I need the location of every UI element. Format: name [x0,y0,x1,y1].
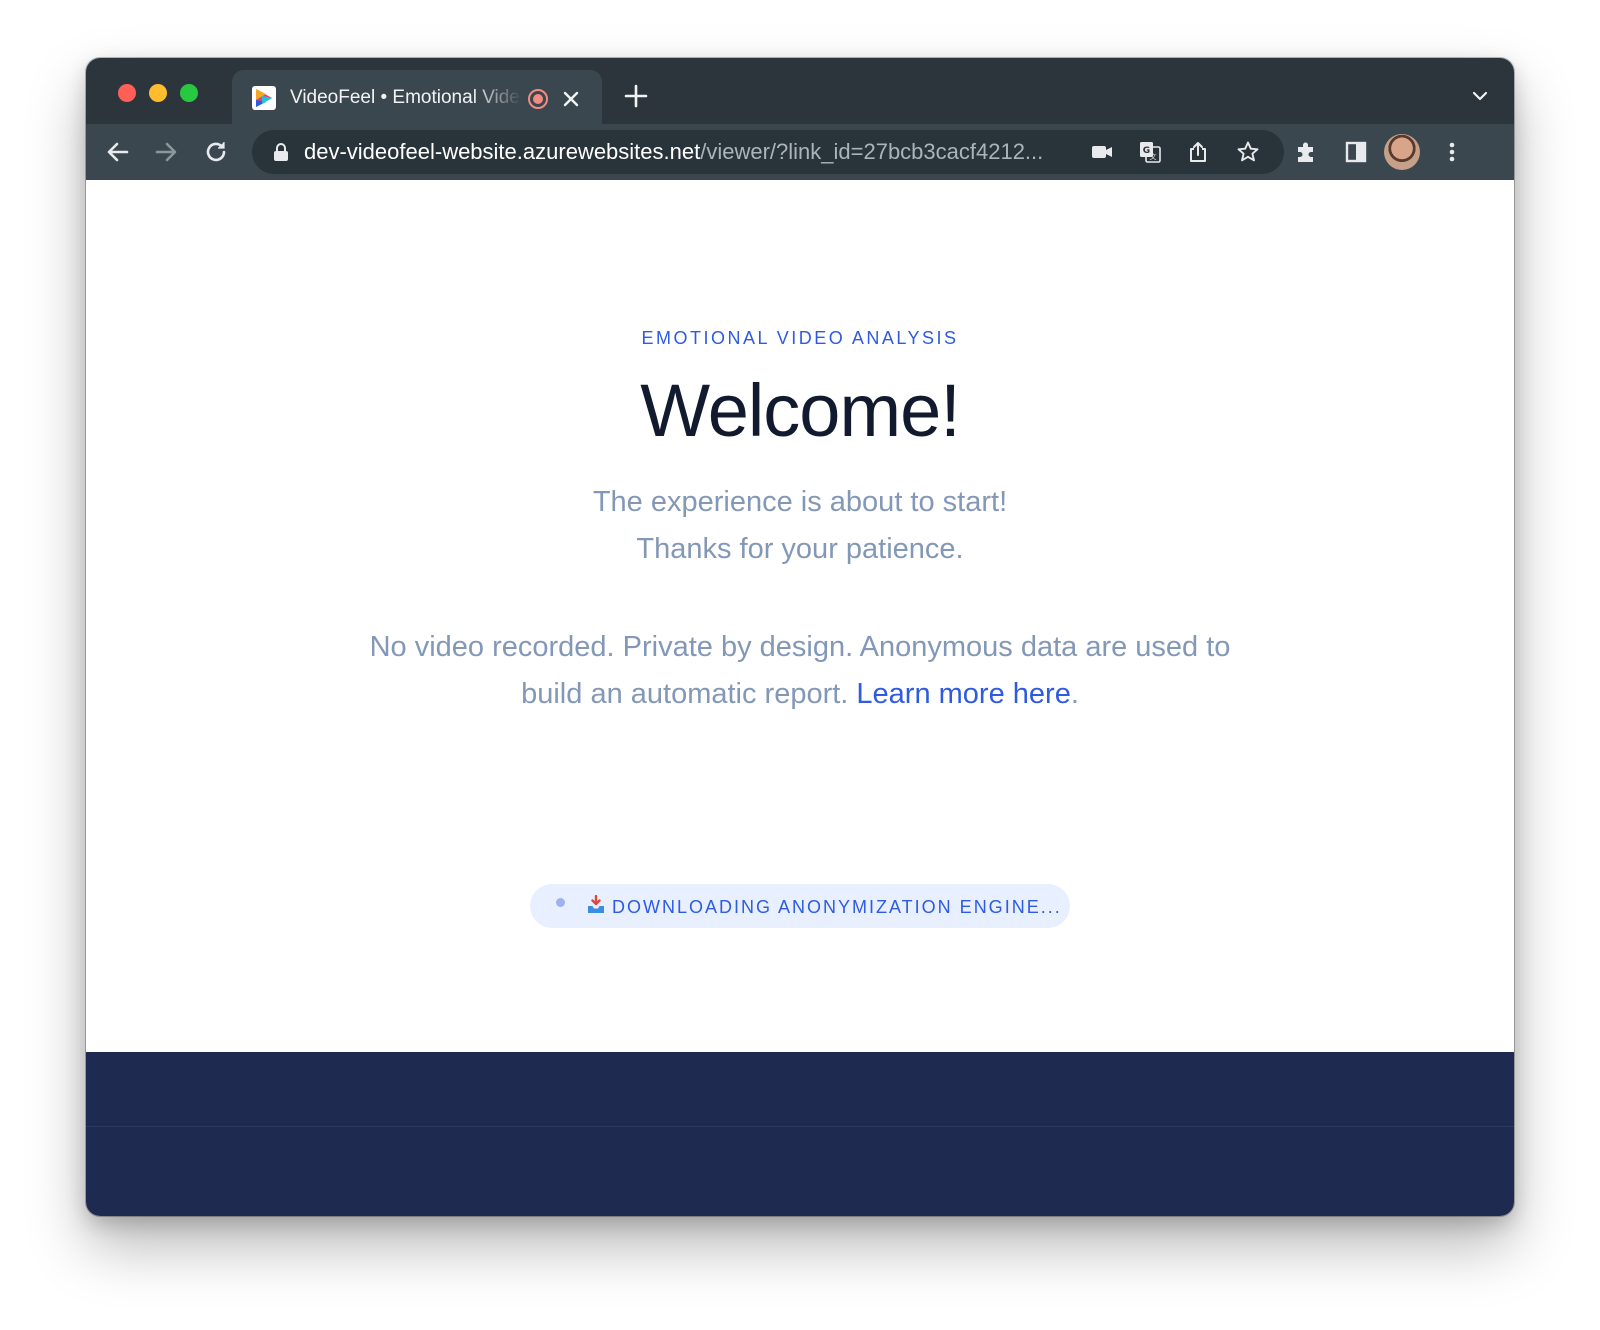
subtitle-line-2: Thanks for your patience. [636,533,964,565]
side-panel-icon[interactable] [1342,138,1370,166]
close-tab-icon[interactable] [560,88,582,110]
back-arrow-icon[interactable] [104,138,132,166]
new-tab-icon[interactable] [624,84,648,108]
reload-icon[interactable] [202,138,230,166]
recording-icon [528,89,548,109]
tab-strip: VideoFeel • Emotional Video Analysis [86,58,1514,124]
address-bar[interactable]: dev-videofeel-website.azurewebsites.net/… [252,130,1284,174]
privacy-text: No video recorded. Private by design. An… [369,631,1231,710]
extensions-icon[interactable] [1292,138,1320,166]
lock-icon[interactable] [272,142,290,162]
browser-window: VideoFeel • Emotional Video Analysis [86,58,1514,1216]
page-title: Welcome! [640,369,961,452]
translate-icon[interactable]: G 文 [1138,140,1162,164]
privacy-notice: No video recorded. Private by design. An… [346,624,1254,718]
chevron-down-icon[interactable] [1470,86,1490,106]
url-host: dev-videofeel-website.azurewebsites.net [304,139,701,164]
minimize-window-button[interactable] [149,84,167,102]
page-content: EMOTIONAL VIDEO ANALYSIS Welcome! The ex… [86,180,1514,1052]
status-text: DOWNLOADING ANONYMIZATION ENGINE... [612,897,1062,917]
profile-avatar[interactable] [1384,134,1420,170]
close-window-button[interactable] [118,84,136,102]
share-icon[interactable] [1186,140,1210,164]
tab-title-fade [472,82,522,112]
inbox-tray-icon [588,895,604,913]
camera-in-use-icon[interactable] [1090,140,1114,164]
loading-dot-icon [556,898,565,907]
videofeel-logo-icon [252,86,276,110]
subtitle-line-1: The experience is about to start! [592,486,1008,518]
star-icon[interactable] [1236,140,1260,164]
url-text[interactable]: dev-videofeel-website.azurewebsites.net/… [304,138,1084,166]
privacy-period: . [1070,678,1079,710]
maximize-window-button[interactable] [180,84,198,102]
page-eyebrow: EMOTIONAL VIDEO ANALYSIS [641,328,959,348]
status-badge: DOWNLOADING ANONYMIZATION ENGINE... [530,884,1070,928]
page-footer [86,1052,1514,1216]
footer-divider [86,1126,1514,1127]
url-path: /viewer/?link_id=27bcb3cacf4212... [700,139,1044,164]
svg-text:文: 文 [1150,152,1157,161]
browser-toolbar: dev-videofeel-website.azurewebsites.net/… [86,124,1514,180]
more-menu-icon[interactable] [1438,138,1466,166]
tab-videofeel[interactable]: VideoFeel • Emotional Video Analysis [232,70,602,124]
forward-arrow-icon[interactable] [152,138,180,166]
learn-more-link[interactable]: Learn more here [856,678,1070,710]
